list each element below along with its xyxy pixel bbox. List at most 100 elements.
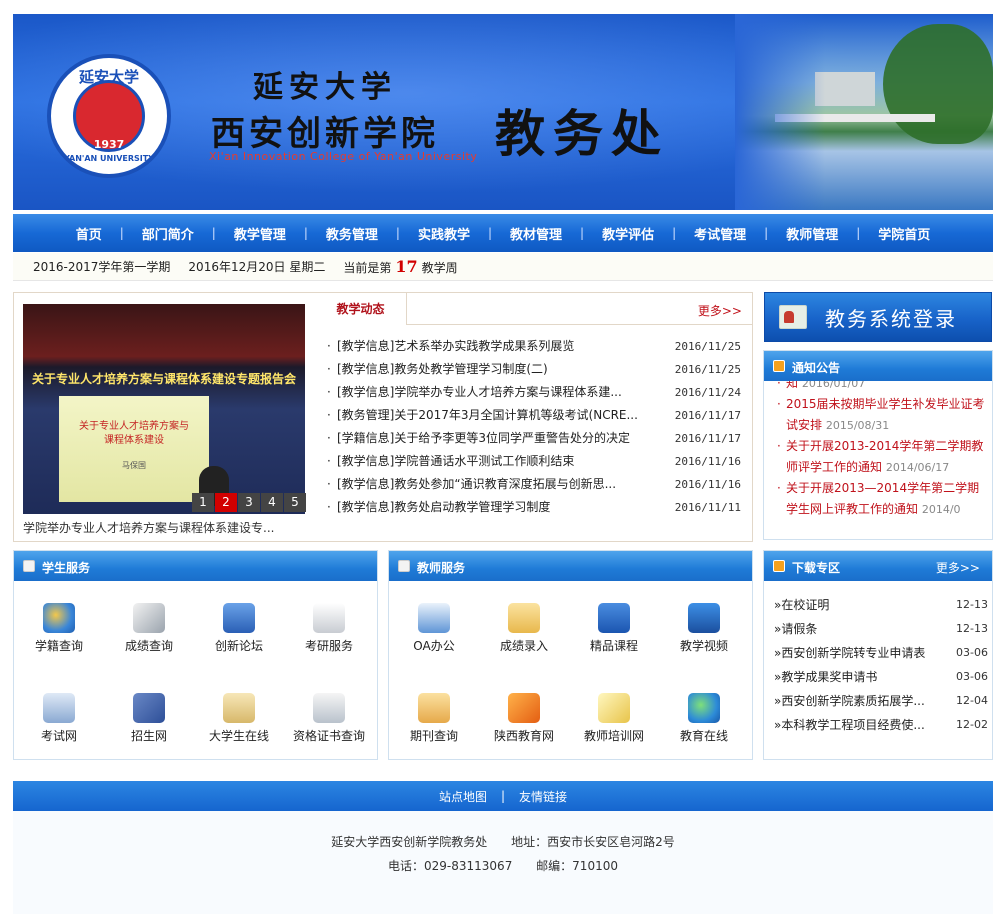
school-name-line1: 延安大学 <box>253 70 397 105</box>
news-title[interactable]: [学籍信息]关于给予李更等3位同学严重警告处分的决定 <box>337 427 667 450</box>
rss-feed-icon <box>508 693 540 723</box>
nav-item[interactable]: 部门简介 <box>124 224 212 243</box>
service-label: OA办公 <box>413 639 455 653</box>
globe-icon <box>688 693 720 723</box>
teacher-services-item[interactable]: 成绩录入 <box>479 593 569 683</box>
news-item[interactable]: · [教学信息]教务处参加“通识教育深度拓展与创新思... 2016/11/16 <box>327 473 747 496</box>
student-services-item[interactable]: 考研服务 <box>284 593 374 683</box>
nav-item[interactable]: 教务管理 <box>308 224 396 243</box>
slide-caption[interactable]: 学院举办专业人才培养方案与课程体系建设专... <box>23 519 305 536</box>
notice-text[interactable]: 关于开展2013-2014学年第二学期教师评学工作的通知 <box>786 439 983 474</box>
download-item[interactable]: »本科教学工程项目经费使... 12-02 <box>774 713 992 737</box>
student-services-item[interactable]: 资格证书查询 <box>284 683 374 773</box>
student-services-item[interactable]: 考试网 <box>14 683 104 773</box>
notice-item[interactable]: · 关于开展2013—2014学年第二学期学生网上评教工作的通知 2014/0 <box>774 478 990 520</box>
footer-line1: 延安大学西安创新学院教务处 地址：西安市长安区皂河路2号 <box>13 833 993 850</box>
news-title[interactable]: [教学信息]艺术系举办实践教学成果系列展览 <box>337 335 667 358</box>
nav-item[interactable]: 教材管理 <box>492 224 580 243</box>
news-more-link[interactable]: 更多>> <box>698 302 742 319</box>
slide-projection-screen: 关于专业人才培养方案与 课程体系建设 马保国 <box>59 396 209 502</box>
news-title[interactable]: [教学信息]教务处参加“通识教育深度拓展与创新思... <box>337 473 667 496</box>
notice-item[interactable]: · 知 2016/01/07 <box>774 381 990 394</box>
student-services-item[interactable]: 成绩查询 <box>104 593 194 683</box>
nav-item[interactable]: 考试管理 <box>676 224 764 243</box>
download-title[interactable]: »教学成果奖申请书 <box>774 665 944 689</box>
news-item[interactable]: · [教学信息]学院普通话水平测试工作顺利结束 2016/11/16 <box>327 450 747 473</box>
service-label: 教育在线 <box>679 729 728 743</box>
slide-page-button[interactable]: 2 <box>215 493 237 512</box>
notice-header: 通知公告 <box>764 351 992 381</box>
news-item[interactable]: · [教务管理]关于2017年3月全国计算机等级考试(NCRE... 2016/11… <box>327 404 747 427</box>
download-title[interactable]: »西安创新学院素质拓展学... <box>774 689 944 713</box>
slide-pager: 12345 <box>191 493 306 512</box>
teacher-services-item[interactable]: 教育在线 <box>659 683 749 773</box>
academic-system-login-button[interactable]: 教务系统登录 <box>764 292 992 342</box>
student-services-item[interactable]: 学籍查询 <box>14 593 104 683</box>
footer-link[interactable]: 友情链接 <box>505 788 581 805</box>
student-services-item[interactable]: 创新论坛 <box>194 593 284 683</box>
service-label: 期刊查询 <box>409 729 458 743</box>
student-services-item[interactable]: 大学生在线 <box>194 683 284 773</box>
news-item[interactable]: · [学籍信息]关于给予李更等3位同学严重警告处分的决定 2016/11/17 <box>327 427 747 450</box>
news-item[interactable]: · [教学信息]教务处教学管理学习制度(二) 2016/11/25 <box>327 358 747 381</box>
news-title[interactable]: [教学信息]教务处教学管理学习制度(二) <box>337 358 667 381</box>
footer-phone: 电话：029-83113067 <box>388 859 513 873</box>
notice-item[interactable]: · 关于开展2013-2014学年第二学期教师评学工作的通知 2014/06/17 <box>774 436 990 478</box>
teacher-services-item[interactable]: OA办公 <box>389 593 479 683</box>
slide-page-button[interactable]: 5 <box>284 493 306 512</box>
teacher-services-item[interactable]: 教师培训网 <box>569 683 659 773</box>
download-item[interactable]: »教学成果奖申请书 03-06 <box>774 665 992 689</box>
tab-teaching-news[interactable]: 教学动态 <box>315 293 407 325</box>
download-item[interactable]: »在校证明 12-13 <box>774 593 992 617</box>
service-label: 创新论坛 <box>214 639 263 653</box>
download-title[interactable]: »西安创新学院转专业申请表 <box>774 641 944 665</box>
footer-link[interactable]: 站点地图 <box>425 788 501 805</box>
download-title[interactable]: »本科教学工程项目经费使... <box>774 713 944 737</box>
news-date: 2016/11/24 <box>674 386 741 399</box>
news-slideshow[interactable]: 关于专业人才培养方案与课程体系建设专题报告会 关于专业人才培养方案与 课程体系建… <box>23 304 305 514</box>
nav-item[interactable]: 教师管理 <box>768 224 856 243</box>
info-bar: 2016-2017学年第一学期 2016年12月20日 星期二 当前是第 17 教学… <box>13 253 993 281</box>
nav-item[interactable]: 学院首页 <box>860 224 948 243</box>
news-date: 2016/11/17 <box>674 409 741 422</box>
news-bullet: · <box>327 500 331 514</box>
teacher-services-item[interactable]: 期刊查询 <box>389 683 479 773</box>
nav-item[interactable]: 教学评估 <box>584 224 672 243</box>
slide-screen-name: 马保国 <box>122 461 146 470</box>
clipboard-info-icon <box>223 693 255 723</box>
download-item[interactable]: »西安创新学院素质拓展学... 12-04 <box>774 689 992 713</box>
notice-text[interactable]: 知 <box>786 381 798 390</box>
news-title[interactable]: [教学信息]教务处启动教学管理学习制度 <box>337 496 667 519</box>
download-item[interactable]: »西安创新学院转专业申请表 03-06 <box>774 641 992 665</box>
nav-item[interactable]: 实践教学 <box>400 224 488 243</box>
download-item[interactable]: »请假条 12-13 <box>774 617 992 641</box>
computer-network-icon <box>43 693 75 723</box>
download-title[interactable]: »请假条 <box>774 617 944 641</box>
teacher-services-item[interactable]: 教学视频 <box>659 593 749 683</box>
notice-bullet: · <box>777 481 781 495</box>
news-title[interactable]: [教学信息]学院普通话水平测试工作顺利结束 <box>337 450 667 473</box>
notice-list: · 知 2016/01/07 · 2015届未按期毕业学生补发毕业证考试安排 2015… <box>774 381 990 520</box>
slide-page-button[interactable]: 4 <box>261 493 283 512</box>
downloads-more-link[interactable]: 更多>> <box>936 559 980 576</box>
documents-icon <box>313 603 345 633</box>
slide-page-button[interactable]: 1 <box>192 493 214 512</box>
news-item[interactable]: · [教学信息]艺术系举办实践教学成果系列展览 2016/11/25 <box>327 335 747 358</box>
slide-page-button[interactable]: 3 <box>238 493 260 512</box>
news-item[interactable]: · [教学信息]教务处启动教学管理学习制度 2016/11/11 <box>327 496 747 519</box>
download-date: 03-06 <box>956 646 988 659</box>
service-label: 考试网 <box>40 729 77 743</box>
student-services-item[interactable]: 招生网 <box>104 683 194 773</box>
news-title[interactable]: [教学信息]学院举办专业人才培养方案与课程体系建... <box>337 381 667 404</box>
news-item[interactable]: · [教学信息]学院举办专业人才培养方案与课程体系建... 2016/11/24 <box>327 381 747 404</box>
news-title[interactable]: [教务管理]关于2017年3月全国计算机等级考试(NCRE... <box>337 404 667 427</box>
nav-item[interactable]: 教学管理 <box>216 224 304 243</box>
nav-item[interactable]: 首页 <box>58 224 120 243</box>
download-title[interactable]: »在校证明 <box>774 593 944 617</box>
footer-line2: 电话：029-83113067 邮编：710100 <box>13 857 993 874</box>
news-date: 2016/11/16 <box>674 455 741 468</box>
service-label: 成绩查询 <box>124 639 173 653</box>
notice-item[interactable]: · 2015届未按期毕业学生补发毕业证考试安排 2015/08/31 <box>774 394 990 436</box>
teacher-services-item[interactable]: 精品课程 <box>569 593 659 683</box>
teacher-services-item[interactable]: 陕西教育网 <box>479 683 569 773</box>
